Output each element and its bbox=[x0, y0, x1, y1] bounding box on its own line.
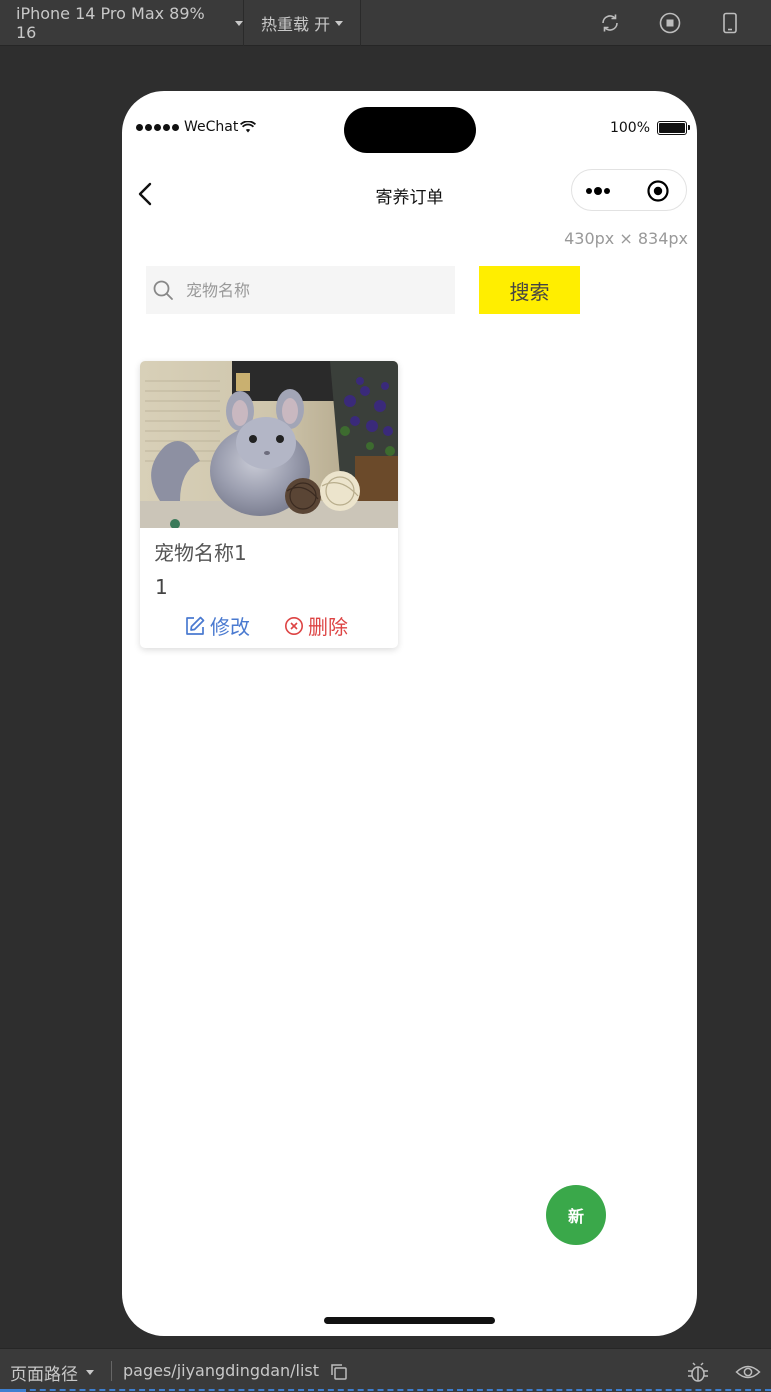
page-path-label: 页面路径 bbox=[10, 1365, 78, 1385]
phone-simulator: WeChat 100% 寄养订单 430px × 834px 宠物名称 搜索 宠… bbox=[122, 91, 697, 1336]
viewport-size-hint: 430px × 834px bbox=[564, 229, 688, 248]
stop-icon[interactable] bbox=[658, 11, 682, 35]
devtools-bottom-bar: 页面路径 pages/jiyangdingdan/list bbox=[0, 1348, 771, 1392]
edit-button[interactable]: 修改 bbox=[184, 611, 250, 640]
wifi-icon bbox=[240, 121, 257, 133]
mini-program-capsule bbox=[571, 169, 687, 211]
add-new-button[interactable]: 新 bbox=[546, 1185, 606, 1245]
battery-label: 100% bbox=[609, 120, 650, 136]
close-circle-icon bbox=[285, 616, 303, 635]
battery-icon bbox=[657, 121, 690, 135]
delete-label: 删除 bbox=[308, 615, 348, 639]
edit-icon bbox=[186, 616, 205, 635]
page-path-toggle[interactable]: 页面路径 bbox=[10, 1360, 94, 1385]
delete-button[interactable]: 删除 bbox=[284, 611, 348, 640]
chevron-down-icon bbox=[235, 20, 243, 26]
more-icon[interactable] bbox=[586, 187, 610, 195]
pet-name: 宠物名称1 bbox=[154, 541, 247, 565]
devtools-toolbar: iPhone 14 Pro Max 89% 16 热重载 开 bbox=[0, 0, 771, 46]
chevron-down-icon bbox=[86, 1370, 94, 1375]
home-indicator bbox=[324, 1317, 495, 1324]
device-selector[interactable]: iPhone 14 Pro Max 89% 16 bbox=[0, 0, 244, 46]
hotreload-toggle[interactable]: 热重载 开 bbox=[245, 0, 361, 46]
chevron-down-icon bbox=[335, 20, 344, 26]
page-path: pages/jiyangdingdan/list bbox=[123, 1361, 320, 1380]
battery: 100% bbox=[609, 120, 690, 136]
pet-card[interactable]: 宠物名称1 1 修改 删除 bbox=[140, 361, 398, 648]
close-target-icon[interactable] bbox=[646, 179, 670, 203]
pet-number: 1 bbox=[155, 575, 168, 599]
carrier-label: WeChat bbox=[184, 119, 239, 135]
copy-icon[interactable] bbox=[330, 1363, 348, 1381]
dynamic-island bbox=[344, 107, 476, 153]
search-box bbox=[146, 266, 455, 314]
navigation-bar: 寄养订单 bbox=[122, 169, 697, 219]
signal-icon bbox=[136, 119, 181, 135]
eye-icon[interactable] bbox=[735, 1361, 761, 1383]
edit-label: 修改 bbox=[210, 615, 250, 639]
search-icon bbox=[153, 280, 173, 300]
phone-icon[interactable] bbox=[718, 11, 742, 35]
bug-icon[interactable] bbox=[686, 1360, 710, 1384]
refresh-icon[interactable] bbox=[598, 11, 622, 35]
search-input[interactable] bbox=[186, 266, 446, 314]
pet-image bbox=[140, 361, 398, 528]
carrier: WeChat bbox=[136, 119, 257, 135]
divider bbox=[111, 1361, 112, 1381]
hotreload-label: 热重载 开 bbox=[261, 15, 331, 34]
search-button[interactable]: 搜索 bbox=[479, 266, 580, 314]
device-label: iPhone 14 Pro Max 89% 16 bbox=[16, 4, 205, 42]
progress-line bbox=[0, 1389, 771, 1391]
